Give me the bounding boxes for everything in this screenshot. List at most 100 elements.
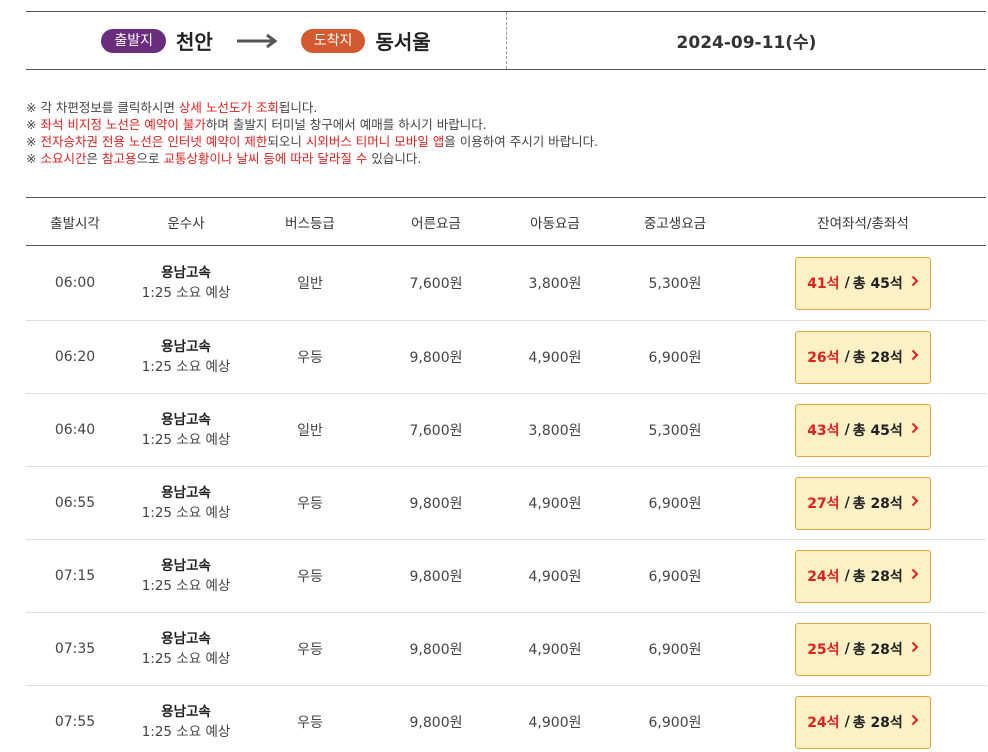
operator-cell: 용남고속 1:25 소요 예상 [124, 629, 248, 669]
notice-mark: ※ [26, 100, 37, 115]
chevron-right-icon [911, 275, 919, 291]
estimated-duration: 1:25 소요 예상 [141, 651, 231, 667]
seat-separator: / [844, 495, 850, 511]
arrival-city: 동서울 [375, 30, 431, 54]
total-seats: 총 28석 [852, 642, 903, 658]
seat-cell: 24석 / 총 28석 [740, 695, 986, 749]
chevron-right-icon [911, 641, 919, 657]
seat-select-button[interactable]: 43석 / 총 45석 [795, 403, 931, 457]
estimated-duration: 1:25 소요 예상 [141, 359, 231, 375]
notice-item: ※ 전자승차권 전용 노선은 인터넷 예약이 제한되오니 시외버스 티머니 모바… [26, 133, 598, 150]
chevron-right-icon [911, 568, 919, 584]
seat-cell: 43석 / 총 45석 [740, 403, 986, 457]
operator-name: 용남고속 [161, 558, 211, 574]
notice-highlight: 좌석 비지정 노선은 예약이 불가 [40, 117, 206, 132]
header-adult-fare: 어른요금 [411, 215, 461, 232]
seat-select-button[interactable]: 25석 / 총 28석 [795, 622, 931, 676]
notice-item: ※ 소요시간은 참고용으로 교통상황이나 날씨 등에 따라 달라질 수 있습니다… [26, 150, 598, 167]
notice-text: 을 이용하여 주시기 바랍니다. [444, 134, 599, 149]
bus-schedule-page: 출발지 천안 도착지 동서울 2024-09-11(수) ※ 각 차편정보를 클… [0, 0, 988, 752]
table-body: 06:00 용남고속 1:25 소요 예상 일반 7,600원 3,800원 5,300원 4… [26, 246, 986, 752]
notice-text: 각 차편정보를 클릭하시면 [36, 100, 179, 115]
total-seats: 총 28석 [852, 350, 903, 366]
departure-time: 06:55 [54, 495, 96, 511]
remaining-seats: 25석 [807, 642, 840, 658]
route-summary-bar: 출발지 천안 도착지 동서울 2024-09-11(수) [26, 11, 986, 70]
notice-highlight: 교통상황이나 날씨 등에 따라 달라질 수 [163, 151, 368, 166]
table-row[interactable]: 06:00 용남고속 1:25 소요 예상 일반 7,600원 3,800원 5,300원 4… [26, 246, 986, 321]
adult-fare: 9,800원 [409, 715, 463, 731]
header-seats: 잔여좌석/총좌석 [817, 215, 909, 232]
departure-time: 06:40 [54, 422, 96, 438]
notice-text: 은 [86, 151, 102, 166]
seat-cell: 27석 / 총 28석 [740, 476, 986, 530]
bus-grade: 우등 [297, 496, 323, 512]
operator-name: 용남고속 [161, 485, 211, 501]
operator-cell: 용남고속 1:25 소요 예상 [124, 556, 248, 596]
chevron-right-icon [911, 349, 919, 365]
operator-cell: 용남고속 1:25 소요 예상 [124, 410, 248, 450]
departure-badge: 출발지 [101, 28, 166, 53]
remaining-seats: 27석 [807, 496, 840, 512]
table-row[interactable]: 06:40 용남고속 1:25 소요 예상 일반 7,600원 3,800원 5,300원 4… [26, 394, 986, 467]
header-child-fare: 아동요금 [530, 215, 580, 232]
notice-text: 하며 출발지 터미널 창구에서 예매를 하시기 바랍니다. [205, 117, 487, 132]
operator-name: 용남고속 [161, 631, 211, 647]
table-row[interactable]: 07:35 용남고속 1:25 소요 예상 우등 9,800원 4,900원 6,900원 2… [26, 613, 986, 686]
departure-time: 07:35 [54, 641, 96, 657]
bus-grade: 일반 [297, 423, 323, 439]
seat-select-button[interactable]: 41석 / 총 45석 [795, 256, 931, 310]
departure-time: 06:20 [54, 349, 96, 365]
table-row[interactable]: 07:15 용남고속 1:25 소요 예상 우등 9,800원 4,900원 6,900원 2… [26, 540, 986, 613]
right-arrow-icon [236, 33, 279, 48]
arrival-badge: 도착지 [300, 28, 366, 53]
notice-list: ※ 각 차편정보를 클릭하시면 상세 노선도가 조회됩니다. ※ 좌석 비지정 노… [26, 99, 598, 167]
seat-separator: / [844, 714, 850, 730]
operator-cell: 용남고속 1:25 소요 예상 [124, 337, 248, 377]
seat-cell: 24석 / 총 28석 [740, 549, 986, 603]
estimated-duration: 1:25 소요 예상 [141, 285, 231, 301]
notice-item: ※ 각 차편정보를 클릭하시면 상세 노선도가 조회됩니다. [26, 99, 598, 116]
notice-highlight: 참고용 [101, 151, 137, 166]
child-fare: 4,900원 [528, 350, 582, 366]
table-row[interactable]: 06:20 용남고속 1:25 소요 예상 우등 9,800원 4,900원 6,900원 2… [26, 321, 986, 394]
seat-select-button[interactable]: 24석 / 총 28석 [795, 549, 931, 603]
departure-time: 06:00 [54, 275, 96, 291]
estimated-duration: 1:25 소요 예상 [141, 578, 231, 594]
estimated-duration: 1:25 소요 예상 [141, 432, 231, 448]
adult-fare: 9,800원 [409, 569, 463, 585]
chevron-right-icon [911, 714, 919, 730]
header-bus-grade: 버스등급 [285, 215, 335, 232]
bus-grade: 우등 [297, 715, 323, 731]
operator-name: 용남고속 [161, 265, 211, 281]
remaining-seats: 24석 [807, 569, 840, 585]
seat-cell: 26석 / 총 28석 [740, 330, 986, 384]
bus-grade: 우등 [297, 350, 323, 366]
chevron-right-icon [911, 422, 919, 438]
student-fare: 6,900원 [648, 350, 702, 366]
total-seats: 총 45석 [852, 276, 903, 292]
student-fare: 5,300원 [648, 276, 702, 292]
table-row[interactable]: 06:55 용남고속 1:25 소요 예상 우등 9,800원 4,900원 6,900원 2… [26, 467, 986, 540]
header-student-fare: 중고생요금 [643, 215, 707, 232]
adult-fare: 7,600원 [409, 276, 463, 292]
travel-date: 2024-09-11(수) [676, 33, 817, 53]
bus-grade: 일반 [297, 276, 323, 292]
student-fare: 6,900원 [648, 569, 702, 585]
table-row[interactable]: 07:55 용남고속 1:25 소요 예상 우등 9,800원 4,900원 6,900원 2… [26, 686, 986, 752]
adult-fare: 9,800원 [409, 350, 463, 366]
total-seats: 총 28석 [852, 715, 903, 731]
seat-select-button[interactable]: 24석 / 총 28석 [795, 695, 931, 749]
child-fare: 3,800원 [528, 276, 582, 292]
child-fare: 4,900원 [528, 496, 582, 512]
header-departure-time: 출발시각 [50, 215, 100, 232]
seat-select-button[interactable]: 26석 / 총 28석 [795, 330, 931, 384]
notice-highlight: 전자승차권 전용 노선은 인터넷 예약이 제한 [40, 134, 268, 149]
departure-time: 07:55 [54, 714, 96, 730]
seat-separator: / [844, 275, 850, 291]
notice-mark: ※ [26, 151, 37, 166]
seat-separator: / [844, 641, 850, 657]
notice-mark: ※ [26, 117, 37, 132]
seat-select-button[interactable]: 27석 / 총 28석 [795, 476, 931, 530]
notice-highlight: 시외버스 티머니 모바일 앱 [305, 134, 445, 149]
